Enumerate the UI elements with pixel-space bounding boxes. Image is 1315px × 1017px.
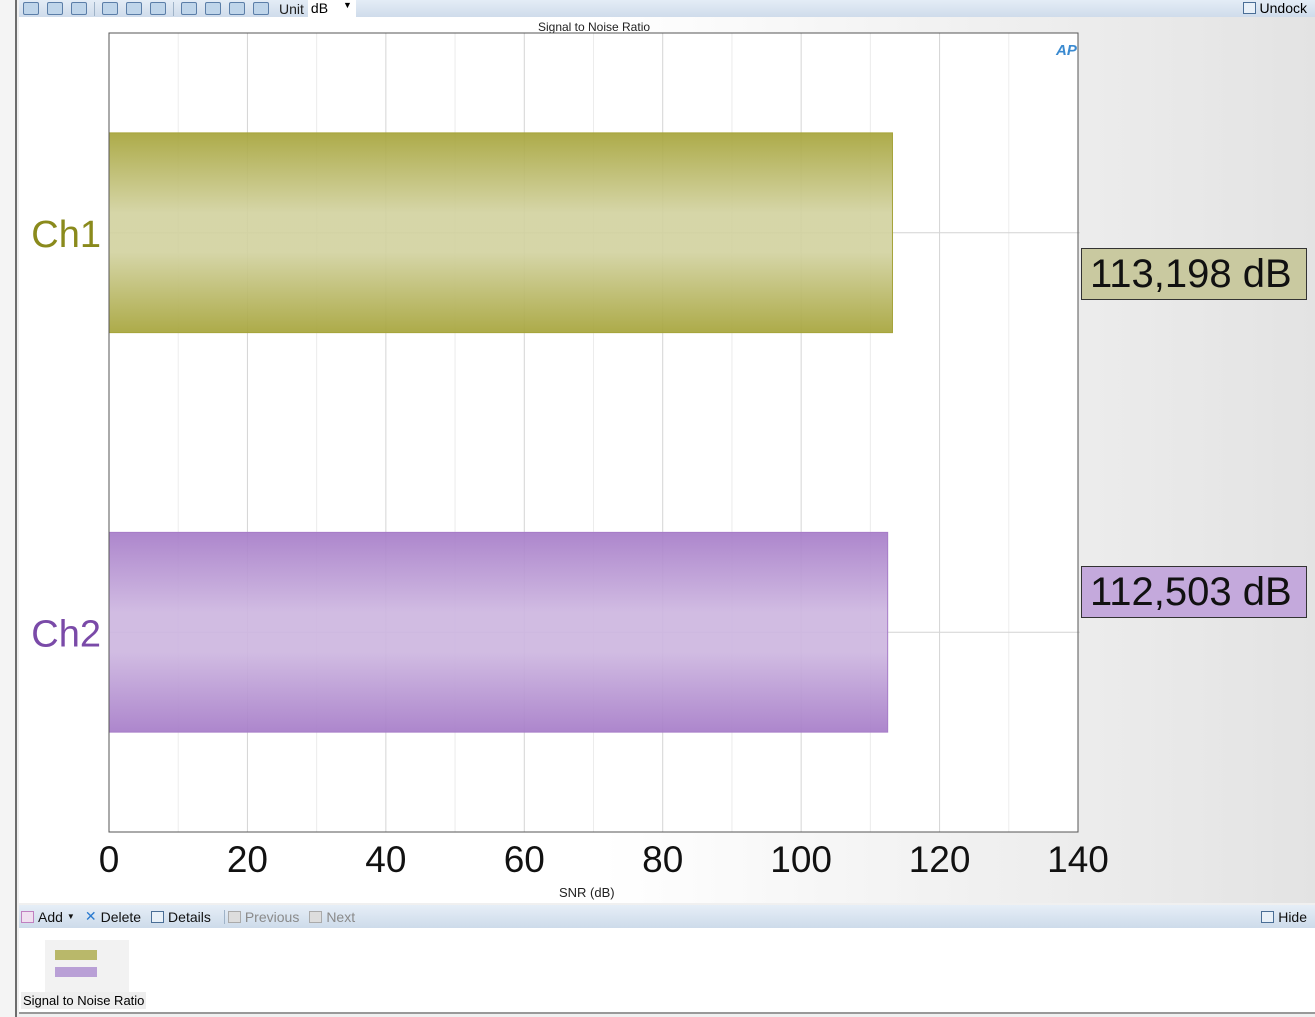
x-tick-label: 60	[504, 839, 545, 880]
previous-icon	[227, 910, 241, 923]
chart-panel: Signal to Noise Ratio Ch1 Ch2 0 20 40 60 80 100…	[19, 17, 1315, 903]
properties-icon[interactable]	[253, 2, 269, 15]
x-tick-label: 80	[642, 839, 683, 880]
x-tick-label: 40	[365, 839, 406, 880]
separator	[94, 1, 95, 16]
bar-chart: Ch1 Ch2 0 20 40 60 80 100 120 140 AP	[31, 32, 1109, 880]
print-icon[interactable]	[71, 2, 87, 15]
close-icon: ✕	[84, 908, 97, 924]
chevron-down-icon: ▼	[342, 0, 352, 10]
graph-toolbar: Unit dB ▼ Undock	[19, 0, 1315, 17]
save-icon[interactable]	[23, 2, 39, 15]
delete-label: Delete	[100, 908, 142, 925]
add-button[interactable]: Add ▼	[21, 909, 75, 925]
table-icon[interactable]	[181, 2, 197, 15]
undock-icon	[1242, 2, 1256, 14]
next-icon	[309, 910, 323, 923]
x-tick-label: 0	[99, 839, 120, 880]
previous-button[interactable]: Previous	[227, 908, 300, 925]
left-edge	[0, 0, 17, 1017]
unit-value: dB	[310, 0, 329, 16]
category-label: Ch2	[31, 613, 101, 655]
zoom-icon[interactable]	[102, 2, 118, 15]
x-tick-label: 20	[227, 839, 268, 880]
thumbnail-strip: Signal to Noise Ratio	[19, 928, 1315, 1014]
thumb-bar-ch2	[55, 967, 97, 977]
ch1-value-box: 113,198 dB	[1081, 248, 1307, 300]
x-tick-label: 100	[770, 839, 832, 880]
undock-label: Undock	[1259, 0, 1307, 16]
category-label: Ch1	[31, 214, 101, 256]
unit-label: Unit	[279, 0, 304, 17]
bar-ch1	[108, 132, 893, 334]
details-label: Details	[168, 908, 211, 925]
chevron-down-icon: ▼	[66, 912, 75, 921]
graph-icon[interactable]	[205, 2, 221, 15]
x-tick-label: 120	[909, 839, 971, 880]
ap-logo: AP	[1055, 42, 1078, 59]
thumbnail-label: Signal to Noise Ratio	[21, 992, 147, 1009]
fx-icon[interactable]	[229, 2, 245, 15]
thumbnail-snr[interactable]	[45, 940, 129, 992]
ch2-value-box: 112,503 dB	[1081, 566, 1307, 618]
bar-ch2	[108, 531, 889, 733]
unit-select[interactable]: dB ▼	[307, 0, 356, 17]
fit-icon[interactable]	[126, 2, 142, 15]
add-chart-icon	[21, 910, 34, 923]
x-axis-label: SNR (dB)	[559, 885, 615, 900]
page-toolbar: Add ▼ ✕ Delete Details Previous Next Hide	[19, 905, 1315, 928]
undock-button[interactable]: Undock	[1242, 0, 1307, 16]
delete-button[interactable]: ✕ Delete	[85, 908, 141, 925]
separator	[223, 909, 225, 924]
hide-label: Hide	[1278, 908, 1307, 925]
x-tick-label: 140	[1047, 839, 1109, 880]
copy-icon[interactable]	[47, 2, 63, 15]
hide-button[interactable]: Hide	[1261, 909, 1307, 925]
thumb-bar-ch1	[55, 950, 97, 960]
next-button[interactable]: Next	[309, 909, 355, 925]
details-icon	[151, 910, 165, 923]
previous-label: Previous	[244, 908, 300, 925]
details-button[interactable]: Details	[151, 909, 211, 925]
next-label: Next	[326, 908, 356, 925]
hide-icon	[1261, 910, 1275, 923]
export-icon[interactable]	[150, 2, 166, 15]
separator	[173, 1, 174, 16]
add-label: Add	[38, 908, 63, 925]
